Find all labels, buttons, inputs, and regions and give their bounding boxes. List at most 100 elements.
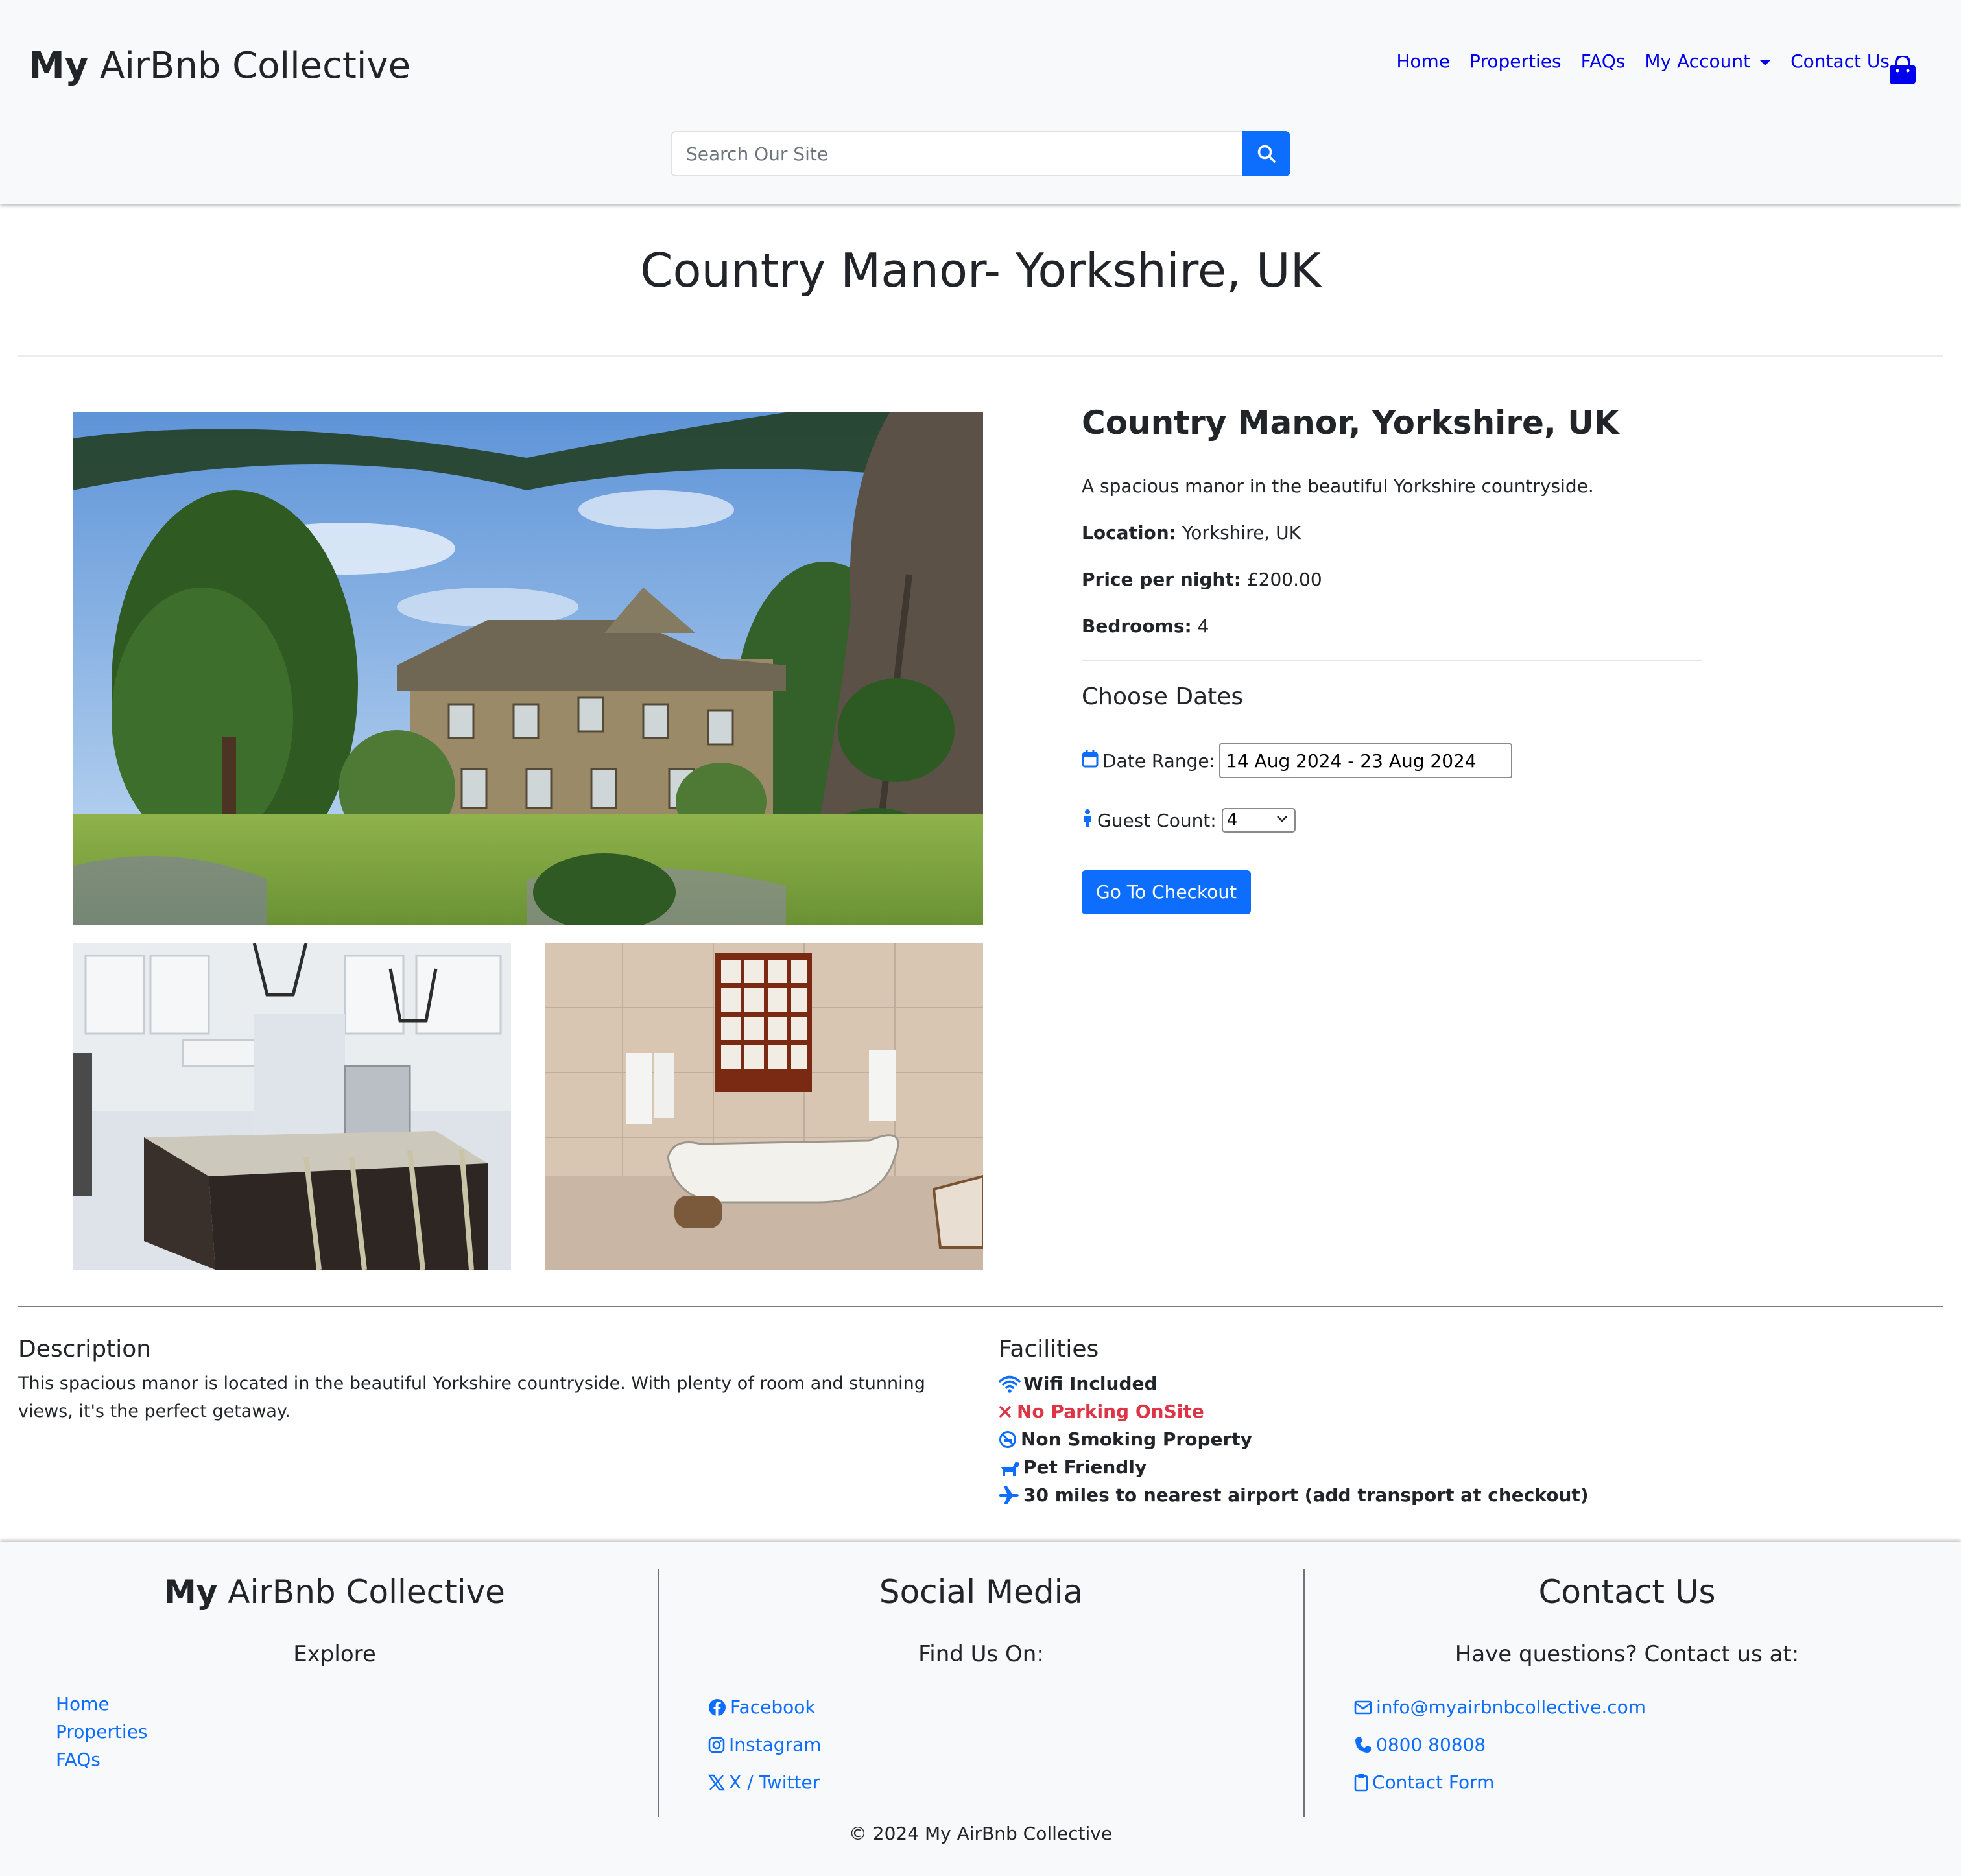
explore-heading: Explore xyxy=(293,1641,376,1667)
guest-count-row: Guest Count: 4 xyxy=(1082,808,1702,833)
price-label: Price per night: xyxy=(1082,569,1241,590)
footer-brand: My AirBnb Collective xyxy=(12,1569,658,1615)
contact-form-label: Contact Form xyxy=(1372,1772,1495,1793)
location-label: Location: xyxy=(1082,522,1176,543)
property-price: Price per night: £200.00 xyxy=(1082,567,1702,593)
property-summary: A spacious manor in the beautiful Yorksh… xyxy=(1082,475,1594,497)
instagram-label: Instagram xyxy=(729,1734,822,1755)
wifi-icon xyxy=(999,1375,1023,1393)
bedrooms-value: 4 xyxy=(1197,615,1209,637)
facility-parking: No Parking OnSite xyxy=(999,1397,1842,1425)
site-brand[interactable]: My AirBnb Collective xyxy=(29,43,410,89)
nav-my-account-dropdown[interactable]: My Account xyxy=(1645,48,1772,75)
property-bedrooms: Bedrooms: 4 xyxy=(1082,613,1702,639)
description-section: Description This spacious manor is locat… xyxy=(18,1332,965,1425)
caret-down-icon xyxy=(1759,59,1772,65)
clipboard-icon xyxy=(1354,1774,1368,1792)
phone-label: 0800 80808 xyxy=(1376,1734,1486,1755)
nav-properties[interactable]: Properties xyxy=(1469,48,1562,75)
social-heading: Social Media xyxy=(879,1573,1084,1611)
main-nav: Home Properties FAQs My Account Contact … xyxy=(1396,48,1890,75)
date-range-input[interactable] xyxy=(1219,743,1513,778)
location-value: Yorkshire, UK xyxy=(1182,522,1301,543)
guest-count-value: 4 xyxy=(1226,811,1238,830)
facebook-label: Facebook xyxy=(730,1696,816,1718)
guest-count-select[interactable]: 4 xyxy=(1221,808,1296,833)
search-icon xyxy=(1257,145,1276,163)
contact-form-link[interactable]: Contact Form xyxy=(1354,1764,1646,1801)
facility-pet-friendly: Pet Friendly xyxy=(999,1453,1842,1481)
x-twitter-icon xyxy=(708,1774,725,1791)
price-value: £200.00 xyxy=(1246,569,1322,590)
footer-link-properties[interactable]: Properties xyxy=(56,1718,148,1746)
email-link[interactable]: info@myairbnbcollective.com xyxy=(1354,1689,1646,1726)
facilities-heading: Facilities xyxy=(999,1336,1099,1362)
nav-my-account-label: My Account xyxy=(1645,51,1751,72)
brand-rest: AirBnb Collective xyxy=(88,45,411,87)
facility-label: Non Smoking Property xyxy=(1021,1429,1252,1450)
choose-dates-heading: Choose Dates xyxy=(1082,683,1244,710)
footer-link-home[interactable]: Home xyxy=(56,1690,148,1718)
property-location: Location: Yorkshire, UK xyxy=(1082,520,1702,546)
footer-brand-rest: AirBnb Collective xyxy=(217,1573,505,1611)
checkout-button[interactable]: Go To Checkout xyxy=(1082,870,1252,914)
divider xyxy=(1082,660,1702,661)
x-icon xyxy=(999,1405,1017,1418)
calendar-icon xyxy=(1082,750,1099,772)
property-details: Country Manor, Yorkshire, UK A spacious … xyxy=(1082,401,1702,914)
search-input[interactable] xyxy=(671,131,1242,176)
divider xyxy=(18,355,1943,357)
property-name: Country Manor, Yorkshire, UK xyxy=(1082,404,1619,442)
dog-icon xyxy=(999,1458,1023,1477)
social-subheading: Find Us On: xyxy=(918,1641,1044,1667)
envelope-icon xyxy=(1354,1700,1372,1715)
phone-link[interactable]: 0800 80808 xyxy=(1354,1726,1646,1764)
brand-bold: My xyxy=(29,45,89,87)
bathroom-image xyxy=(545,943,983,1270)
contact-subheading: Have questions? Contact us at: xyxy=(1455,1641,1800,1667)
kitchen-image xyxy=(73,943,511,1270)
footer-contact-column: Contact Us Have questions? Contact us at… xyxy=(1303,1569,1949,1817)
search-button[interactable] xyxy=(1242,131,1290,176)
copyright: © 2024 My AirBnb Collective xyxy=(848,1823,1113,1844)
email-label: info@myairbnbcollective.com xyxy=(1376,1696,1646,1718)
chevron-down-icon xyxy=(1276,816,1287,822)
footer-link-faqs[interactable]: FAQs xyxy=(56,1746,148,1774)
nav-home[interactable]: Home xyxy=(1396,48,1450,75)
footer-social-column: Social Media Find Us On: Facebook Instag… xyxy=(658,1569,1303,1817)
shopping-bag-icon[interactable] xyxy=(1889,54,1916,84)
contact-heading: Contact Us xyxy=(1538,1573,1716,1611)
nav-contact[interactable]: Contact Us xyxy=(1790,48,1890,75)
facebook-link[interactable]: Facebook xyxy=(708,1689,821,1726)
divider xyxy=(18,1306,1943,1307)
no-smoking-icon xyxy=(999,1431,1021,1449)
page-title: Country Manor- Yorkshire, UK xyxy=(640,243,1321,298)
phone-icon xyxy=(1354,1736,1372,1754)
explore-links: Home Properties FAQs xyxy=(56,1690,148,1774)
twitter-link[interactable]: X / Twitter xyxy=(708,1764,821,1801)
facility-non-smoking: Non Smoking Property xyxy=(999,1425,1842,1453)
bedrooms-label: Bedrooms: xyxy=(1082,615,1192,637)
site-header: My AirBnb Collective Home Properties FAQ… xyxy=(0,0,1961,204)
facility-label: Wifi Included xyxy=(1023,1373,1158,1394)
facility-label: Pet Friendly xyxy=(1023,1456,1147,1478)
plane-icon xyxy=(999,1486,1023,1505)
facility-label: No Parking OnSite xyxy=(1017,1401,1204,1422)
nav-faqs[interactable]: FAQs xyxy=(1581,48,1626,75)
facility-airport: 30 miles to nearest airport (add transpo… xyxy=(999,1481,1842,1509)
search-bar xyxy=(671,131,1290,176)
twitter-label: X / Twitter xyxy=(729,1772,820,1793)
facilities-list: Wifi Included No Parking OnSite Non Smok… xyxy=(999,1370,1842,1509)
date-range-label: Date Range: xyxy=(1102,750,1216,772)
instagram-icon xyxy=(708,1737,725,1753)
contact-links: info@myairbnbcollective.com 0800 80808 C… xyxy=(1354,1689,1646,1801)
guest-count-label: Guest Count: xyxy=(1097,809,1217,831)
description-heading: Description xyxy=(18,1336,152,1362)
social-links: Facebook Instagram X / Twitter xyxy=(708,1689,821,1801)
footer-brand-column: My AirBnb Collective Explore Home Proper… xyxy=(12,1569,658,1817)
site-footer: My AirBnb Collective Explore Home Proper… xyxy=(0,1542,1961,1876)
instagram-link[interactable]: Instagram xyxy=(708,1726,821,1764)
facility-wifi: Wifi Included xyxy=(999,1370,1842,1397)
description-text: This spacious manor is located in the be… xyxy=(18,1373,925,1421)
date-range-row: Date Range: xyxy=(1082,743,1702,778)
